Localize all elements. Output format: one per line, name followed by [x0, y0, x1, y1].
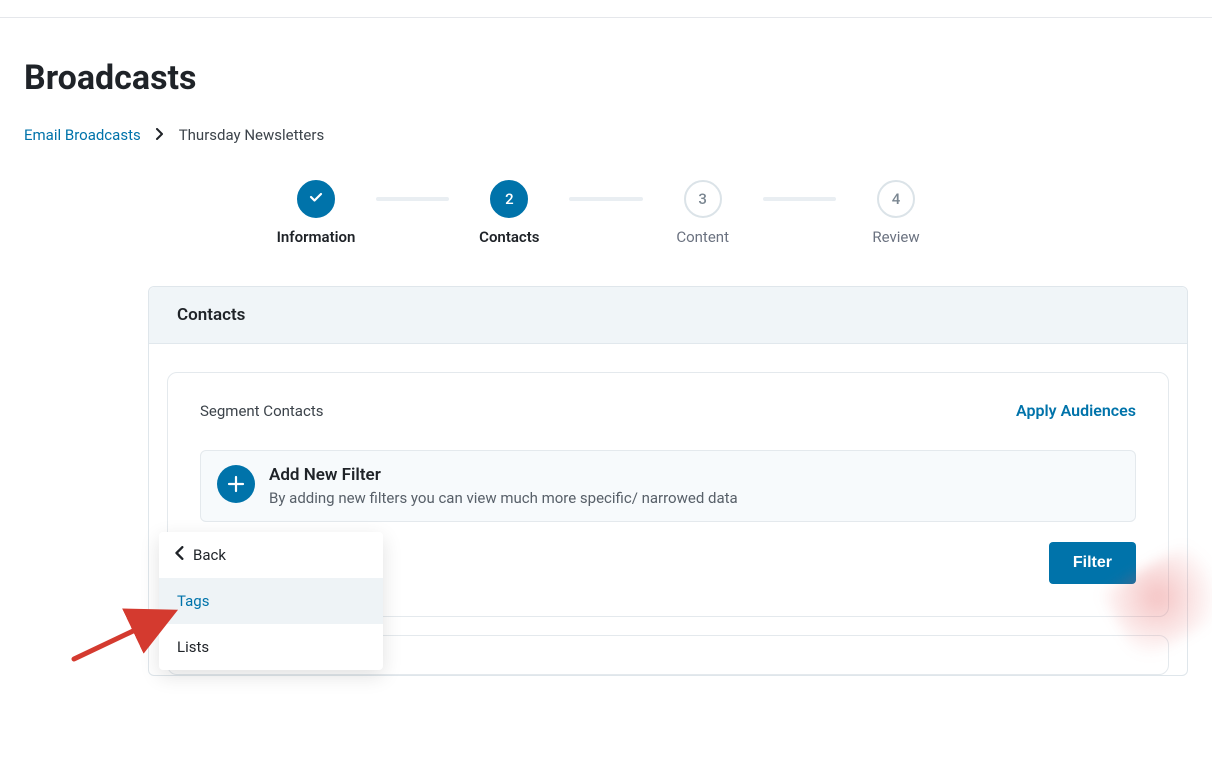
step-circle: 4	[877, 180, 915, 218]
filter-dropdown: Back Tags Lists	[159, 532, 383, 670]
dropdown-back[interactable]: Back	[159, 532, 383, 578]
step-connector	[763, 197, 836, 201]
panel-body: Segment Contacts Apply Audiences Add New…	[149, 344, 1187, 675]
step-content[interactable]: 3 Content	[643, 180, 763, 246]
page-container: Broadcasts Email Broadcasts Thursday New…	[0, 18, 1212, 676]
plus-icon[interactable]	[217, 465, 255, 503]
step-circle-active: 2	[490, 180, 528, 218]
dropdown-item-lists[interactable]: Lists	[159, 624, 383, 670]
dropdown-item-tags[interactable]: Tags	[159, 578, 383, 624]
chevron-right-icon	[155, 126, 165, 144]
step-circle-done	[297, 180, 335, 218]
add-filter-desc: By adding new filters you can view much …	[269, 489, 738, 507]
step-label: Content	[676, 228, 729, 246]
breadcrumb-root-link[interactable]: Email Broadcasts	[24, 126, 141, 144]
step-review[interactable]: 4 Review	[836, 180, 956, 246]
step-connector	[376, 197, 449, 201]
step-connector	[569, 197, 642, 201]
step-label: Contacts	[479, 228, 539, 246]
step-circle: 3	[684, 180, 722, 218]
step-label: Review	[872, 228, 919, 246]
contacts-panel: Contacts Segment Contacts Apply Audience…	[148, 286, 1188, 676]
apply-audiences-link[interactable]: Apply Audiences	[1016, 401, 1136, 420]
chevron-left-icon	[175, 546, 185, 564]
segment-contacts-label: Segment Contacts	[200, 402, 323, 420]
top-border	[0, 0, 1212, 18]
check-icon	[308, 189, 324, 209]
add-filter-text: Add New Filter By adding new filters you…	[269, 465, 738, 507]
step-contacts[interactable]: 2 Contacts	[449, 180, 569, 246]
dropdown-back-label: Back	[193, 546, 226, 564]
step-label: Information	[277, 228, 356, 246]
add-filter-block[interactable]: Add New Filter By adding new filters you…	[200, 450, 1136, 522]
card-top-row: Segment Contacts Apply Audiences	[200, 401, 1136, 420]
panel-header: Contacts	[149, 287, 1187, 344]
page-title: Broadcasts	[24, 58, 1188, 98]
breadcrumb-current: Thursday Newsletters	[179, 126, 325, 144]
add-filter-title: Add New Filter	[269, 465, 738, 485]
stepper: Information 2 Contacts 3 Content 4 Revie…	[256, 180, 956, 246]
step-information[interactable]: Information	[256, 180, 376, 246]
breadcrumb: Email Broadcasts Thursday Newsletters	[24, 126, 1188, 144]
filter-button[interactable]: Filter	[1049, 542, 1136, 584]
